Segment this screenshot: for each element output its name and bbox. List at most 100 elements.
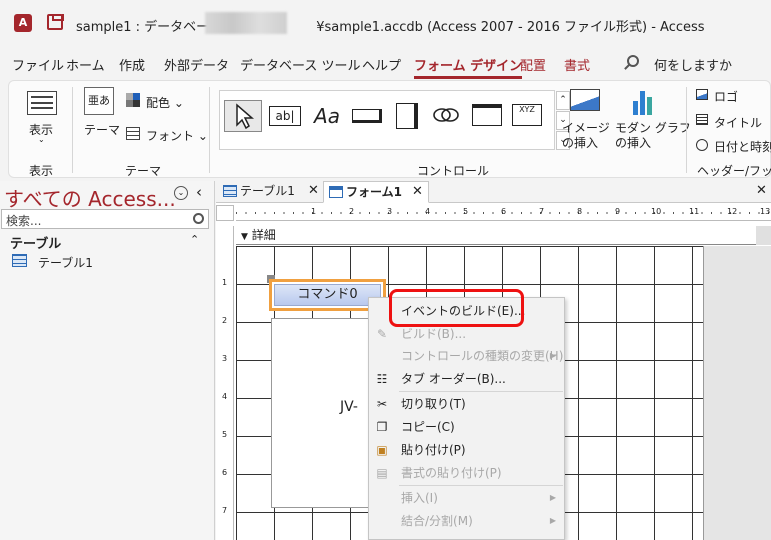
insert-modern-chart-button[interactable]: モダン グラフ の挿入	[615, 121, 691, 151]
group-label-themes: テーマ	[125, 164, 162, 178]
ribbon-separator	[72, 87, 73, 173]
ruler-number: 13	[760, 207, 771, 216]
tab-order-icon: ☷	[376, 372, 388, 386]
ribbon-separator	[209, 87, 210, 173]
insert-image-icon[interactable]	[570, 89, 600, 111]
ruler-number: 5	[222, 430, 228, 439]
nav-search-input[interactable]: 検索...	[1, 209, 209, 229]
title-icon[interactable]	[696, 114, 708, 125]
context-menu: イベントのビルド(E)... ✎ ビルド(B)... コントロールの種類の変更(H…	[368, 297, 565, 540]
chevron-up-icon[interactable]: ⌃	[190, 233, 199, 246]
title-button[interactable]: タイトル	[714, 114, 762, 131]
tell-me-label[interactable]: 何をしますか	[654, 55, 732, 74]
format-painter-icon: ▤	[376, 466, 388, 480]
view-icon[interactable]	[27, 91, 57, 115]
chevron-down-icon[interactable]: ⌄	[174, 186, 188, 200]
palette-icon[interactable]	[126, 93, 140, 107]
menu-item-tab-order[interactable]: ☷ タブ オーダー(B)...	[369, 368, 564, 390]
nav-pane-title[interactable]: すべての Access...	[4, 183, 176, 212]
controls-gallery: ab| Aa XYZ ⌃ ⌄ ⌄	[219, 90, 570, 150]
group-label-controls: コントロール	[417, 164, 490, 178]
logo-icon[interactable]	[696, 89, 708, 100]
ruler-corner[interactable]	[216, 205, 234, 221]
ruler-number: 8	[577, 207, 583, 216]
date-time-icon[interactable]	[696, 139, 708, 151]
menu-item-paste[interactable]: ▣ 貼り付け(P)	[369, 439, 564, 461]
menu-item-merge-split[interactable]: 結合/分割(M) ▶	[369, 510, 564, 532]
font-icon[interactable]	[126, 127, 140, 140]
build-wand-icon: ✎	[376, 327, 388, 341]
menu-item-copy[interactable]: ❐ コピー(C)	[369, 416, 564, 438]
menu-separator	[399, 391, 563, 392]
menu-item-change-control-type[interactable]: コントロールの種類の変更(H) ▶	[369, 345, 564, 367]
document-tabs: テーブル1 ✕ フォーム1 ✕ ✕	[216, 181, 771, 203]
collapse-pane-icon[interactable]: ‹	[196, 183, 202, 201]
title-bar: A sample1 : データベース- ¥sample1.accdb (Acces…	[0, 0, 771, 48]
ruler-number: 2	[349, 207, 355, 216]
tab-help[interactable]: ヘルプ	[362, 55, 401, 74]
label-control-icon[interactable]: Aa	[308, 100, 346, 132]
ribbon-separator	[686, 87, 687, 173]
tab-home[interactable]: ホーム	[66, 55, 105, 74]
doc-tab-form1[interactable]: フォーム1 ✕	[323, 181, 429, 203]
search-icon[interactable]	[627, 55, 639, 67]
nav-section-tables[interactable]: テーブル	[10, 233, 61, 252]
close-icon[interactable]: ✕	[308, 181, 319, 201]
web-browser-icon[interactable]	[468, 100, 506, 132]
select-pointer-icon[interactable]	[224, 100, 262, 132]
chevron-down-icon[interactable]: ⌄	[38, 135, 45, 144]
tab-arrange[interactable]: 配置	[520, 55, 546, 74]
partial-label-text: JV-	[340, 399, 358, 415]
button-control-icon[interactable]	[348, 100, 386, 132]
form-outside-area	[703, 246, 771, 540]
ruler-number: 6	[222, 468, 228, 477]
tab-form-design[interactable]: フォーム デザイン	[414, 55, 523, 79]
menu-item-paste-formatting[interactable]: ▤ 書式の貼り付け(P)	[369, 462, 564, 484]
gallery-scroll-up-icon[interactable]: ⌃	[556, 91, 570, 110]
tab-database-tools[interactable]: データベース ツール	[240, 55, 360, 74]
insert-image-button[interactable]: イメージ の挿入	[562, 121, 610, 151]
menu-item-insert[interactable]: 挿入(I) ▶	[369, 487, 564, 509]
navigation-control-icon[interactable]: XYZ	[508, 100, 546, 132]
submenu-arrow-icon: ▶	[549, 493, 556, 502]
ruler-top: 1 2 3 4 5 6 7 8 9 10 11 12 13	[236, 205, 771, 221]
nav-item-label: テーブル1	[38, 256, 93, 270]
ruler-number: 1	[311, 207, 317, 216]
menu-item-cut[interactable]: ✂ 切り取り(T)	[369, 393, 564, 415]
ruler-number: 4	[425, 207, 431, 216]
close-icon[interactable]: ✕	[412, 182, 423, 202]
fonts-button[interactable]: フォント ⌄	[146, 127, 208, 144]
tab-external-data[interactable]: 外部データ	[164, 55, 229, 74]
scrollbar-track[interactable]	[756, 226, 771, 245]
textbox-icon[interactable]: ab|	[266, 100, 304, 132]
ruler-number: 7	[222, 506, 228, 515]
hyperlink-icon[interactable]	[428, 100, 466, 132]
window-title: sample1 : データベース- ¥sample1.accdb (Access …	[76, 20, 705, 35]
ruler-number: 4	[222, 392, 228, 401]
detail-section-bar[interactable]: ▼ 詳細	[236, 226, 756, 245]
tab-create[interactable]: 作成	[119, 55, 145, 74]
nav-item-table1[interactable]: テーブル1	[12, 253, 192, 271]
save-icon[interactable]	[47, 14, 64, 30]
theme-button[interactable]: テーマ	[84, 121, 120, 138]
doc-tab-table1[interactable]: テーブル1 ✕	[218, 181, 322, 203]
control-placeholder[interactable]: JV-	[271, 318, 371, 508]
group-label-header-footer: ヘッダー/フッター	[697, 164, 771, 178]
close-document-icon[interactable]: ✕	[756, 183, 767, 198]
theme-icon[interactable]: 亜あ	[84, 87, 114, 115]
section-arrow-icon: ▼	[241, 232, 248, 242]
ruler-number: 2	[222, 316, 228, 325]
tab-format[interactable]: 書式	[564, 55, 590, 74]
tab-control-icon[interactable]	[388, 100, 426, 132]
ruler-number: 5	[463, 207, 469, 216]
ruler-left: 1 2 3 4 5 6 7	[216, 243, 234, 540]
menu-separator	[399, 485, 563, 486]
tab-file[interactable]: ファイル	[12, 55, 64, 74]
command-button[interactable]: コマンド0	[274, 284, 381, 306]
logo-button[interactable]: ロゴ	[714, 88, 738, 105]
date-time-button[interactable]: 日付と時刻	[714, 138, 771, 155]
search-icon[interactable]	[193, 213, 204, 224]
modern-chart-icon[interactable]	[631, 87, 655, 115]
access-app-icon[interactable]: A	[14, 14, 32, 32]
colors-button[interactable]: 配色 ⌄	[146, 94, 184, 111]
